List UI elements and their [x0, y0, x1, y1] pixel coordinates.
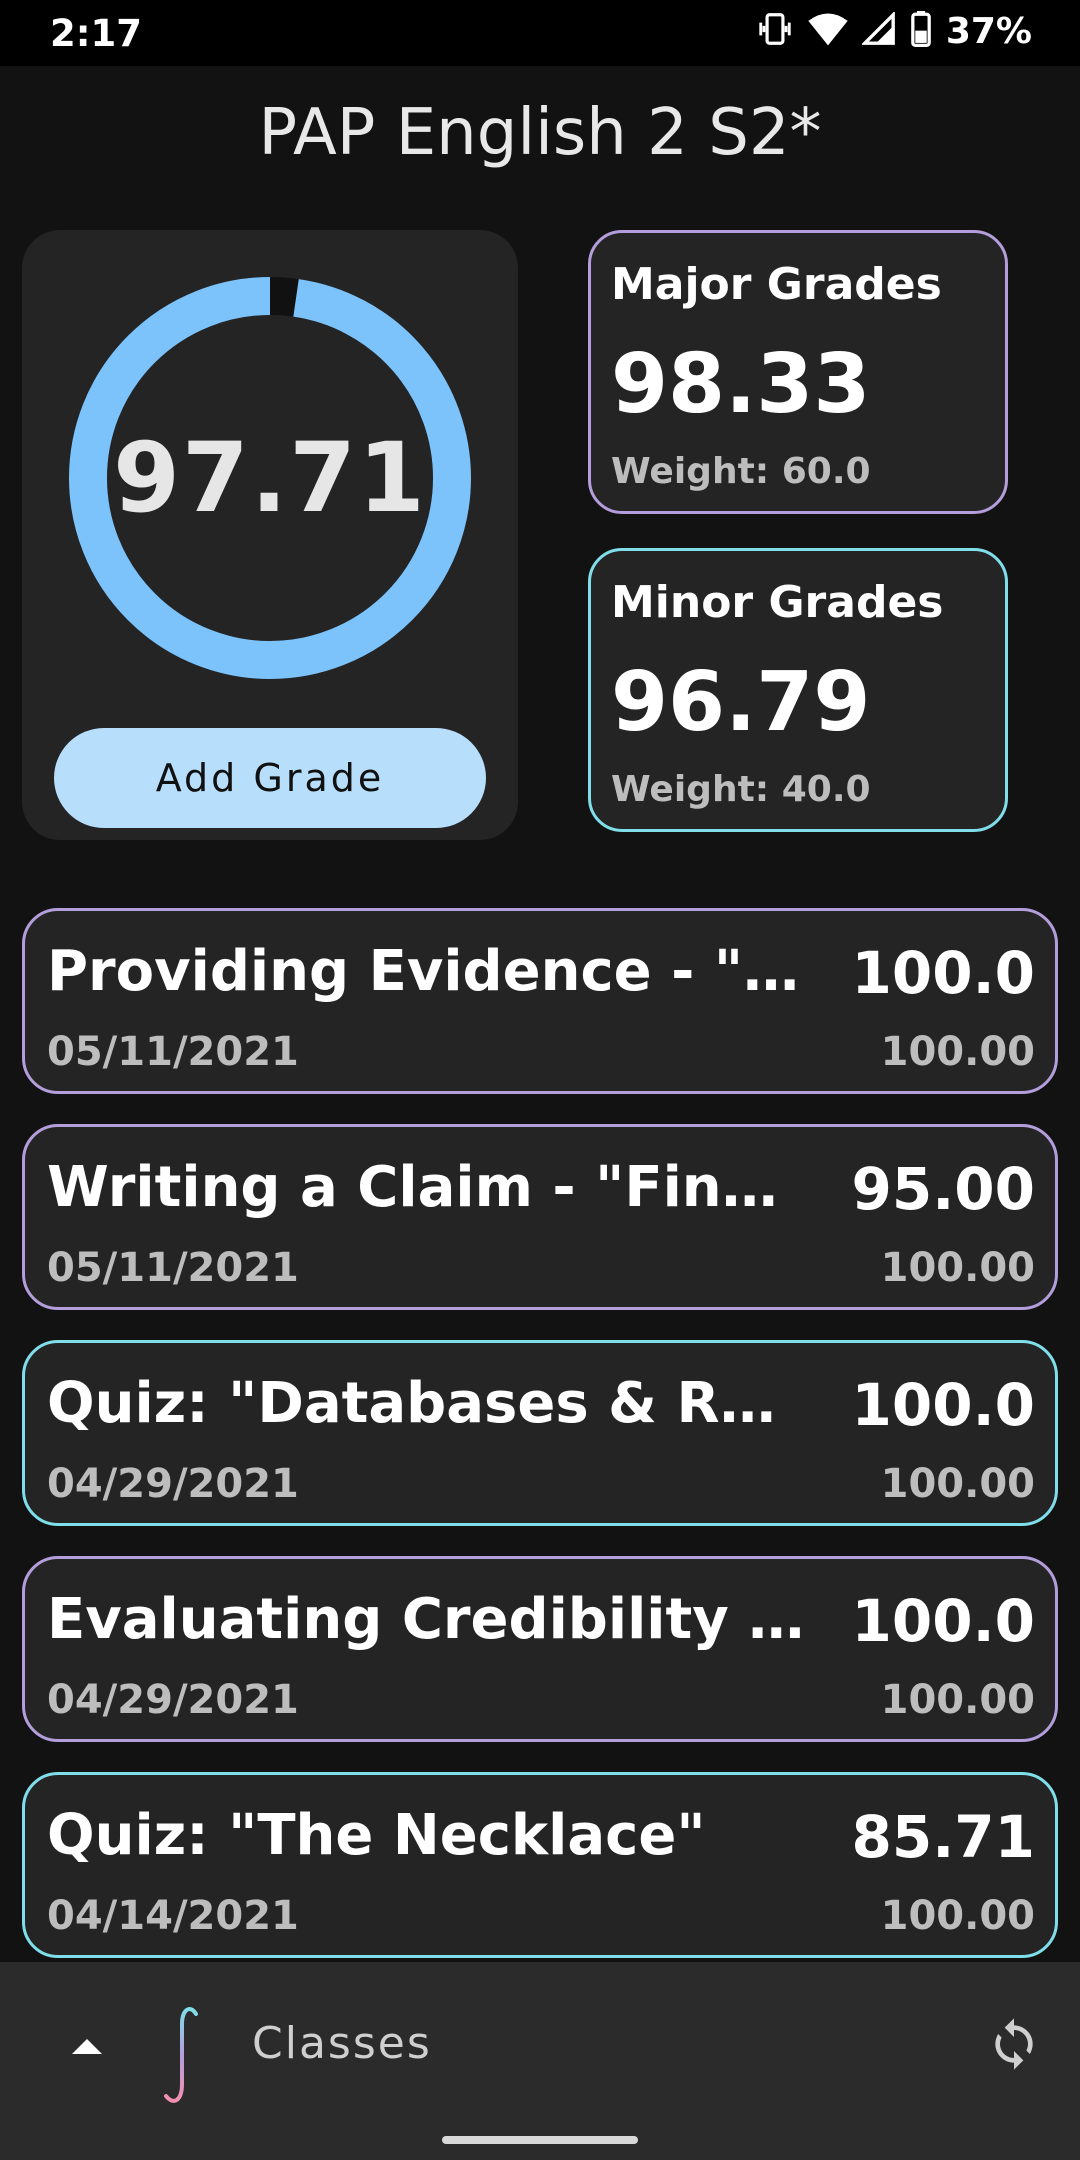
grade-list-item[interactable]: Quiz: "Databases & Res… 100.0 04/29/2021… — [22, 1340, 1058, 1526]
classes-label[interactable]: Classes — [252, 2018, 432, 2069]
grade-list-item[interactable]: Providing Evidence - "F… 100.0 05/11/202… — [22, 908, 1058, 1094]
overall-grade-value: 97.71 — [113, 422, 427, 534]
grade-list-item[interactable]: Writing a Claim - "Fina… 95.00 05/11/202… — [22, 1124, 1058, 1310]
category-title: Minor Grades — [611, 577, 944, 628]
refresh-icon[interactable] — [986, 2016, 1042, 2076]
category-average: 96.79 — [611, 655, 871, 750]
assignment-score: 100.0 — [851, 1371, 1035, 1439]
status-time: 2:17 — [50, 12, 143, 55]
minor-grades-card[interactable]: Minor Grades 96.79 Weight: 40.0 — [588, 548, 1008, 832]
category-weight: Weight: 40.0 — [611, 769, 871, 810]
category-average: 98.33 — [611, 337, 871, 432]
wifi-icon — [808, 11, 848, 51]
grade-list-item[interactable]: Quiz: "The Necklace" 85.71 04/14/2021 10… — [22, 1772, 1058, 1958]
battery-percent: 37% — [945, 10, 1032, 52]
status-bar: 2:17 37% — [0, 0, 1080, 66]
chevron-up-icon[interactable] — [70, 2036, 104, 2060]
assignment-score: 95.00 — [851, 1155, 1035, 1223]
assignment-max-points: 100.00 — [880, 1461, 1035, 1507]
cell-signal-icon — [860, 10, 896, 50]
assignment-date: 05/11/2021 — [47, 1029, 299, 1075]
overall-grade-ring: 97.71 — [68, 276, 472, 680]
category-title: Major Grades — [611, 259, 942, 310]
assignment-score: 100.0 — [851, 1587, 1035, 1655]
assignment-name: Writing a Claim - "Fina… — [47, 1155, 807, 1220]
assignment-max-points: 100.00 — [880, 1029, 1035, 1075]
grade-list-item[interactable]: Evaluating Credibility … 100.0 04/29/202… — [22, 1556, 1058, 1742]
assignment-max-points: 100.00 — [880, 1677, 1035, 1723]
vibrate-icon — [756, 10, 794, 52]
gesture-nav-handle[interactable] — [442, 2136, 638, 2144]
major-grades-card[interactable]: Major Grades 98.33 Weight: 60.0 — [588, 230, 1008, 514]
assignment-score: 85.71 — [851, 1803, 1035, 1871]
assignment-name: Providing Evidence - "F… — [47, 939, 807, 1004]
assignment-date: 05/11/2021 — [47, 1245, 299, 1291]
overall-grade-card: 97.71 Add Grade — [22, 230, 518, 840]
add-grade-button[interactable]: Add Grade — [54, 728, 486, 828]
assignment-date: 04/14/2021 — [47, 1893, 299, 1939]
assignment-date: 04/29/2021 — [47, 1677, 299, 1723]
assignment-max-points: 100.00 — [880, 1893, 1035, 1939]
status-icons: 37% — [756, 10, 1032, 52]
battery-icon — [910, 11, 932, 51]
assignment-score: 100.0 — [851, 939, 1035, 1007]
assignment-name: Evaluating Credibility … — [47, 1587, 805, 1652]
assignment-name: Quiz: "The Necklace" — [47, 1803, 706, 1868]
page-title: PAP English 2 S2* — [258, 96, 822, 170]
assignment-name: Quiz: "Databases & Res… — [47, 1371, 807, 1436]
category-weight: Weight: 60.0 — [611, 451, 871, 492]
integral-logo-icon — [160, 2004, 204, 2118]
assignment-date: 04/29/2021 — [47, 1461, 299, 1507]
bottom-app-bar: Classes — [0, 1962, 1080, 2160]
assignment-max-points: 100.00 — [880, 1245, 1035, 1291]
